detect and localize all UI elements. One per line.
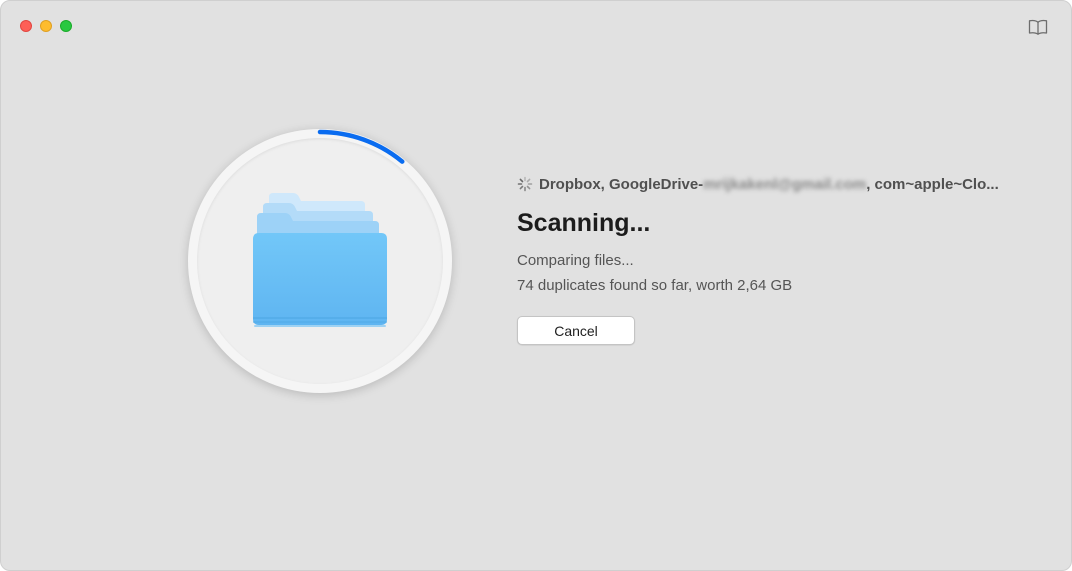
book-icon — [1028, 19, 1048, 35]
spinner-icon — [517, 176, 533, 192]
close-window-button[interactable] — [20, 20, 32, 32]
app-window: Dropbox, GoogleDrive-mrijkakenl@gmail.co… — [0, 0, 1072, 571]
scan-status-text: Comparing files... — [517, 252, 634, 269]
window-controls — [20, 20, 72, 32]
cancel-button[interactable]: Cancel — [517, 316, 635, 345]
sources-prefix: Dropbox, GoogleDrive- — [539, 175, 704, 193]
duplicates-found-text: 74 duplicates found so far, worth 2,64 G… — [517, 277, 793, 294]
sources-suffix: , com~apple~Clo... — [866, 175, 999, 193]
scan-sources-line: Dropbox, GoogleDrive-mrijkakenl@gmail.co… — [517, 173, 1037, 195]
minimize-window-button[interactable] — [40, 20, 52, 32]
help-book-button[interactable] — [1027, 17, 1049, 37]
sources-redacted-email: mrijkakenl@gmail.com — [703, 175, 867, 193]
zoom-window-button[interactable] — [60, 20, 72, 32]
folder-icon — [253, 193, 387, 327]
scan-title: Scanning... — [517, 209, 651, 237]
scan-status-panel: Dropbox, GoogleDrive-mrijkakenl@gmail.co… — [517, 173, 1037, 345]
scan-progress-disc — [188, 129, 452, 393]
